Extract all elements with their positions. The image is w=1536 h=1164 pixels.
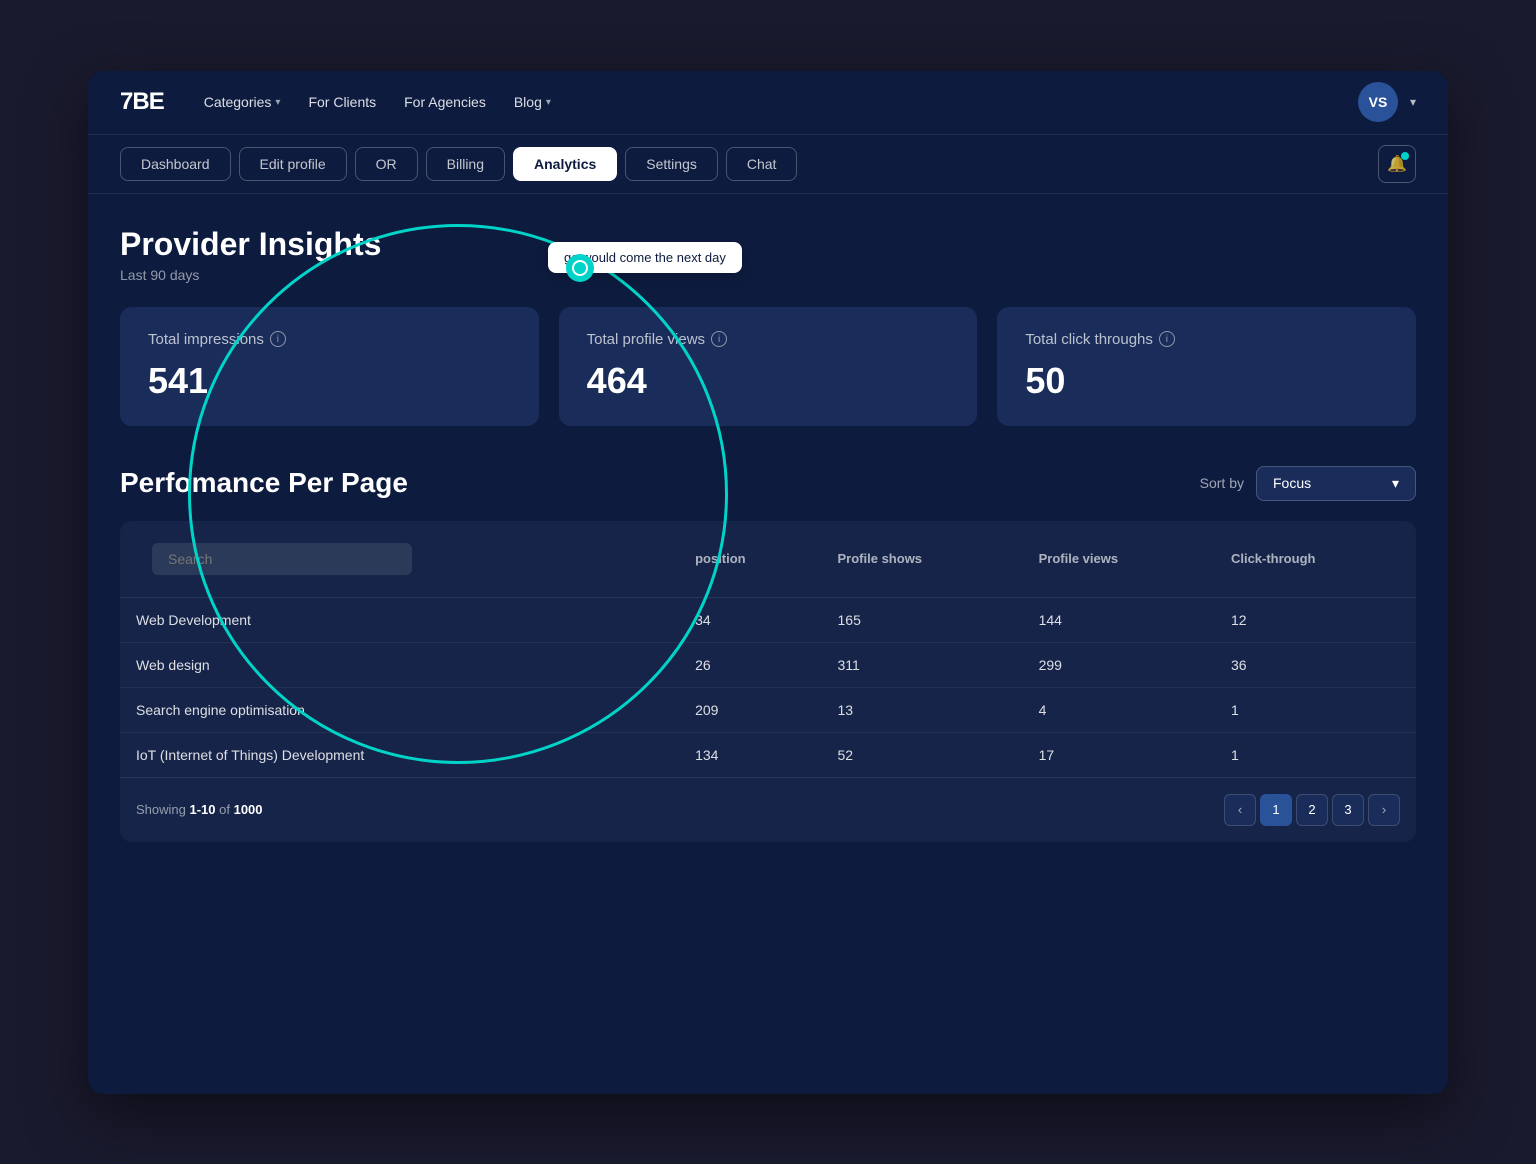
row-name-4: IoT (Internet of Things) Development <box>120 732 679 777</box>
row-name-3: Search engine optimisation <box>120 687 679 732</box>
sort-chevron-icon: ▾ <box>1392 475 1399 492</box>
tab-billing[interactable]: Billing <box>426 147 505 181</box>
row-name-1: Web Development <box>120 597 679 642</box>
nav-links: Categories ▾ For Clients For Agencies Bl… <box>204 94 1358 110</box>
pagination-prev-button[interactable]: ‹ <box>1224 794 1256 826</box>
pagination-bar: Showing 1-10 of 1000 ‹ 1 2 3 › <box>120 777 1416 842</box>
showing-range: 1-10 <box>189 802 215 817</box>
row-shows-4: 52 <box>822 732 1023 777</box>
pagination-page-1[interactable]: 1 <box>1260 794 1292 826</box>
row-clicks-1: 12 <box>1215 597 1416 642</box>
section-title: Provider Insights <box>120 226 1416 263</box>
nav-link-foragencies[interactable]: For Agencies <box>404 94 486 110</box>
avatar-chevron-icon[interactable]: ▾ <box>1410 95 1416 109</box>
avatar[interactable]: VS <box>1358 82 1398 122</box>
search-input[interactable] <box>152 543 412 575</box>
row-position-4: 134 <box>679 732 821 777</box>
notification-dot <box>1401 152 1409 160</box>
main-content: ge would come the next day Provider Insi… <box>88 194 1448 1094</box>
performance-section: Perfomance Per Page Sort by Focus ▾ <box>120 466 1416 842</box>
table-row: Web Development 34 165 144 12 <box>120 597 1416 642</box>
pagination-controls: ‹ 1 2 3 › <box>1224 794 1400 826</box>
performance-header: Perfomance Per Page Sort by Focus ▾ <box>120 466 1416 501</box>
stat-card-profileviews: Total profile views i 464 <box>559 307 978 426</box>
table-container: position Profile shows Profile views Cli… <box>120 521 1416 842</box>
performance-table: position Profile shows Profile views Cli… <box>120 521 1416 777</box>
performance-title: Perfomance Per Page <box>120 467 408 499</box>
tab-settings[interactable]: Settings <box>625 147 718 181</box>
teal-status-dot <box>566 254 594 282</box>
row-shows-3: 13 <box>822 687 1023 732</box>
row-shows-2: 311 <box>822 642 1023 687</box>
row-clicks-2: 36 <box>1215 642 1416 687</box>
row-name-2: Web design <box>120 642 679 687</box>
row-shows-1: 165 <box>822 597 1023 642</box>
row-views-4: 17 <box>1023 732 1215 777</box>
info-icon-impressions[interactable]: i <box>270 331 286 347</box>
screen-wrapper: 7BE Categories ▾ For Clients For Agencie… <box>88 71 1448 1094</box>
tab-or[interactable]: OR <box>355 147 418 181</box>
pagination-page-3[interactable]: 3 <box>1332 794 1364 826</box>
table-row: Search engine optimisation 209 13 4 1 <box>120 687 1416 732</box>
tab-chat[interactable]: Chat <box>726 147 798 181</box>
sort-selected-value: Focus <box>1273 475 1311 491</box>
col-header-position: position <box>679 521 821 598</box>
stats-row: Total impressions i 541 Total profile vi… <box>120 307 1416 426</box>
row-clicks-4: 1 <box>1215 732 1416 777</box>
table-row: IoT (Internet of Things) Development 134… <box>120 732 1416 777</box>
nav-link-forclients[interactable]: For Clients <box>308 94 376 110</box>
navbar: 7BE Categories ▾ For Clients For Agencie… <box>88 71 1448 135</box>
logo: 7BE <box>120 88 164 116</box>
search-cell <box>136 535 663 583</box>
section-subtitle: Last 90 days <box>120 267 1416 283</box>
pagination-page-2[interactable]: 2 <box>1296 794 1328 826</box>
stat-value-clickthroughs: 50 <box>1025 360 1388 402</box>
sort-label: Sort by <box>1200 475 1244 491</box>
col-header-search <box>120 521 679 598</box>
nav-right: VS ▾ <box>1358 82 1416 122</box>
stat-value-profileviews: 464 <box>587 360 950 402</box>
notification-bell-button[interactable]: 🔔 <box>1378 145 1416 183</box>
logo-text: BE <box>132 88 163 115</box>
stat-label-clickthroughs: Total click throughs i <box>1025 331 1388 348</box>
table-body: Web Development 34 165 144 12 Web design… <box>120 597 1416 777</box>
nav-link-categories[interactable]: Categories ▾ <box>204 94 281 110</box>
sort-control: Sort by Focus ▾ <box>1200 466 1416 501</box>
stat-label-profileviews: Total profile views i <box>587 331 950 348</box>
row-position-3: 209 <box>679 687 821 732</box>
pagination-showing-text: Showing 1-10 of 1000 <box>136 802 263 817</box>
showing-total: 1000 <box>234 802 263 817</box>
row-views-2: 299 <box>1023 642 1215 687</box>
stat-value-impressions: 541 <box>148 360 511 402</box>
tab-editprofile[interactable]: Edit profile <box>239 147 347 181</box>
logo-number: 7 <box>120 88 132 115</box>
row-position-1: 34 <box>679 597 821 642</box>
row-views-3: 4 <box>1023 687 1215 732</box>
nav-link-blog[interactable]: Blog ▾ <box>514 94 551 110</box>
table-header-row: position Profile shows Profile views Cli… <box>120 521 1416 598</box>
info-icon-profileviews[interactable]: i <box>711 331 727 347</box>
row-position-2: 26 <box>679 642 821 687</box>
stat-card-impressions: Total impressions i 541 <box>120 307 539 426</box>
sort-select-dropdown[interactable]: Focus ▾ <box>1256 466 1416 501</box>
insights-section: Provider Insights Last 90 days Total imp… <box>120 226 1416 426</box>
row-views-1: 144 <box>1023 597 1215 642</box>
info-icon-clickthroughs[interactable]: i <box>1159 331 1175 347</box>
chevron-down-icon: ▾ <box>546 97 551 108</box>
pagination-next-button[interactable]: › <box>1368 794 1400 826</box>
chevron-down-icon: ▾ <box>275 97 280 108</box>
tab-analytics[interactable]: Analytics <box>513 147 617 181</box>
tabs-bar: Dashboard Edit profile OR Billing Analyt… <box>88 135 1448 194</box>
col-header-clicks: Click-through <box>1215 521 1416 598</box>
col-header-views: Profile views <box>1023 521 1215 598</box>
table-row: Web design 26 311 299 36 <box>120 642 1416 687</box>
col-header-shows: Profile shows <box>822 521 1023 598</box>
tab-dashboard[interactable]: Dashboard <box>120 147 231 181</box>
row-clicks-3: 1 <box>1215 687 1416 732</box>
stat-card-clickthroughs: Total click throughs i 50 <box>997 307 1416 426</box>
stat-label-impressions: Total impressions i <box>148 331 511 348</box>
